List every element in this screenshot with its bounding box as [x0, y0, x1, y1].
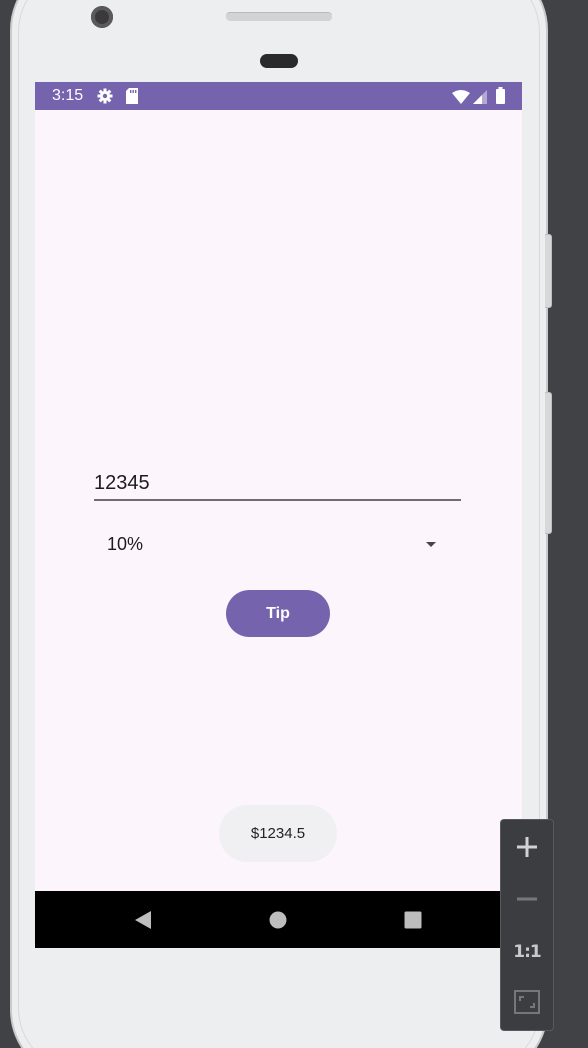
- fit-screen-icon: [514, 990, 540, 1018]
- tip-percent-dropdown[interactable]: 10%: [94, 528, 448, 564]
- tip-percent-value: 10%: [107, 534, 144, 554]
- dropdown-arrow-icon: [426, 542, 436, 547]
- device-screen: 3:15 12345 10% Tip $1234.5: [35, 82, 522, 948]
- front-camera: [91, 6, 113, 28]
- result-toast: $1234.5: [219, 805, 337, 862]
- home-icon[interactable]: [265, 907, 291, 933]
- actual-size-label: 1:1: [513, 942, 541, 962]
- zoom-in-icon: [516, 836, 538, 862]
- actual-size-button[interactable]: 1:1: [501, 927, 553, 977]
- wifi-icon: [452, 89, 470, 108]
- amount-input[interactable]: [94, 466, 461, 500]
- zoom-in-button[interactable]: [501, 824, 553, 874]
- speaker-grille: [226, 12, 332, 21]
- volume-button[interactable]: [545, 392, 552, 534]
- app-content: 10% Tip $1234.5: [35, 110, 522, 891]
- fit-screen-button[interactable]: [501, 979, 553, 1029]
- settings-icon: [97, 88, 113, 108]
- power-button[interactable]: [545, 234, 552, 308]
- emulator-window: 3:15 12345 10% Tip $1234.5 1:1: [0, 0, 588, 1048]
- battery-icon: [496, 87, 505, 108]
- status-time: 3:15: [52, 87, 84, 104]
- navigation-bar: [35, 891, 522, 948]
- zoom-out-icon: [516, 888, 538, 914]
- tip-button[interactable]: Tip: [226, 590, 330, 637]
- recents-icon[interactable]: [400, 907, 426, 933]
- amount-underline: [94, 499, 461, 501]
- status-bar: 3:15: [35, 82, 522, 110]
- sd-card-icon: [125, 88, 139, 108]
- earpiece: [260, 54, 298, 68]
- zoom-out-button[interactable]: [501, 876, 553, 926]
- emulator-zoom-toolbar: 1:1: [500, 819, 554, 1031]
- back-icon[interactable]: [130, 907, 156, 933]
- toast-message: $1234.5: [250, 825, 306, 842]
- signal-icon: [473, 89, 487, 108]
- amount-field[interactable]: [94, 466, 461, 502]
